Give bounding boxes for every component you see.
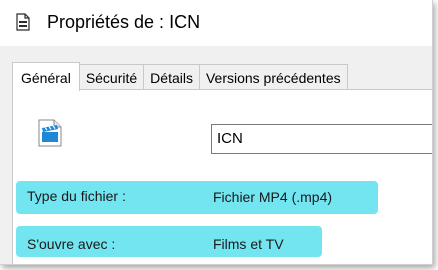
filename-field[interactable]: ICN (211, 124, 432, 154)
video-file-icon (38, 119, 62, 147)
properties-window: Propriétés de : ICN Général Sécurité Dét… (0, 0, 433, 265)
tab-previous-versions[interactable]: Versions précédentes (199, 64, 348, 90)
tab-security[interactable]: Sécurité (79, 64, 145, 90)
tab-strip: Général Sécurité Détails Versions précéd… (12, 62, 348, 91)
file-type-label: Type du fichier : (27, 188, 126, 204)
document-icon (16, 13, 30, 31)
tab-general[interactable]: Général (12, 62, 80, 91)
opens-with-label: S'ouvre avec : (27, 236, 116, 252)
tab-details[interactable]: Détails (144, 64, 200, 90)
file-type-value: Fichier MP4 (.mp4) (213, 189, 333, 205)
title-bar: Propriétés de : ICN (0, 0, 432, 46)
opens-with-value: Films et TV (213, 236, 284, 252)
window-title: Propriétés de : ICN (47, 12, 201, 32)
